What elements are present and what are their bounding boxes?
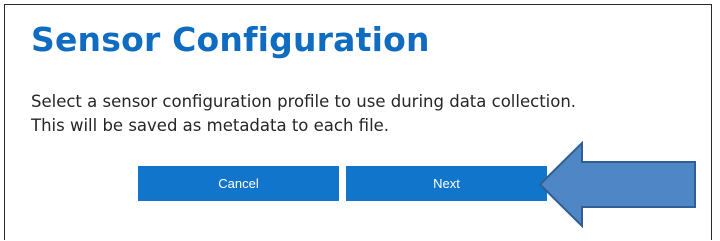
description-line-2: This will be saved as metadata to each f… — [31, 116, 390, 135]
page-title: Sensor Configuration — [31, 20, 430, 59]
arrow-shape — [538, 141, 696, 228]
next-button[interactable]: Next — [346, 166, 547, 201]
description-line-1: Select a sensor configuration profile to… — [31, 92, 577, 111]
left-arrow-icon — [538, 141, 696, 228]
cancel-button[interactable]: Cancel — [138, 166, 339, 201]
